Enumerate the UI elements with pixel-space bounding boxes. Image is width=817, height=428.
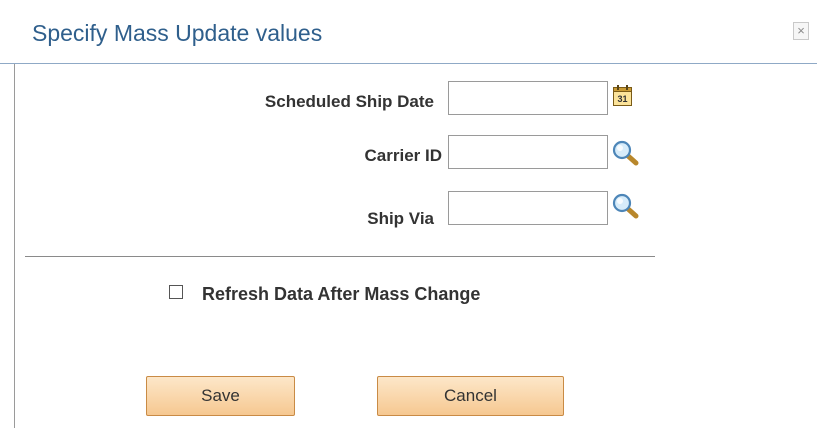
ship-via-search-icon[interactable] xyxy=(612,193,640,224)
carrier-id-search-icon[interactable] xyxy=(612,140,640,171)
left-border xyxy=(14,64,15,428)
calendar-icon[interactable]: 31 xyxy=(612,84,634,113)
dialog-header: Specify Mass Update values × xyxy=(0,0,817,66)
section-divider xyxy=(25,256,655,257)
scheduled-ship-date-input[interactable] xyxy=(448,81,608,115)
dialog-title: Specify Mass Update values xyxy=(32,20,323,46)
refresh-data-checkbox[interactable] xyxy=(169,285,183,299)
refresh-data-label: Refresh Data After Mass Change xyxy=(202,284,481,304)
save-button[interactable]: Save xyxy=(146,376,295,416)
carrier-id-input[interactable] xyxy=(448,135,608,169)
ship-via-label: Ship Via xyxy=(367,209,434,228)
mass-update-dialog: Specify Mass Update values × Scheduled S… xyxy=(0,0,817,428)
calendar-icon-text: 31 xyxy=(617,94,627,104)
header-divider xyxy=(0,63,817,64)
close-button[interactable]: × xyxy=(793,22,809,40)
cancel-button[interactable]: Cancel xyxy=(377,376,564,416)
ship-via-input[interactable] xyxy=(448,191,608,225)
scheduled-ship-date-label: Scheduled Ship Date xyxy=(264,92,434,111)
carrier-id-label: Carrier ID xyxy=(364,146,442,165)
